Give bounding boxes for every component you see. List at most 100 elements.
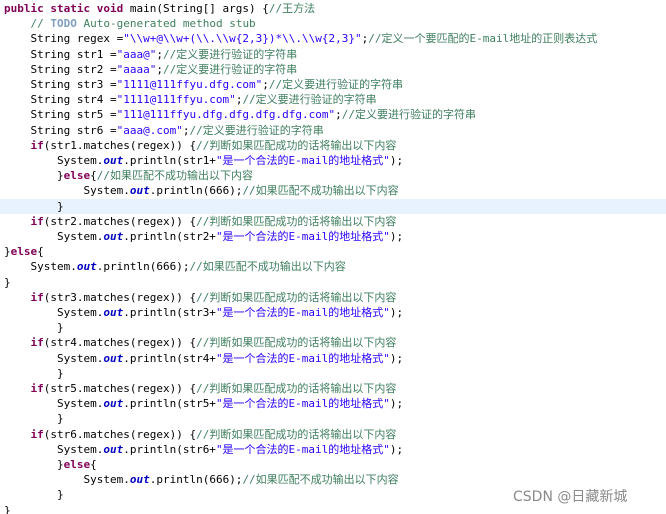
field: out <box>76 260 97 274</box>
code-line[interactable]: // TODO Auto-generated method stub <box>0 16 666 31</box>
code-line[interactable]: String regex ="\\w+@\\w+(\\.\\w{2,3})*\\… <box>0 31 666 46</box>
code-line[interactable]: if(str5.matches(regex)) {//判断如果匹配成功的话将输出… <box>0 381 666 396</box>
field: out <box>103 154 124 167</box>
comment: //判断如果匹配成功的话将输出以下内容 <box>196 290 397 304</box>
keyword: if <box>30 214 44 228</box>
code-line[interactable]: } <box>0 366 666 381</box>
current-code-line[interactable]: } <box>0 198 666 214</box>
comment: //定义要进行验证的字符串 <box>242 93 377 107</box>
code-line[interactable]: if(str3.matches(regex)) {//判断如果匹配成功的话将输出… <box>0 290 666 305</box>
code-text: String str1 = <box>4 47 117 61</box>
code-line[interactable]: String str3 ="1111@111ffyu.dfg.com";//定义… <box>0 77 666 92</box>
code-line[interactable]: System.out.println(666);//如果匹配不成功输出以下内容 <box>0 183 666 198</box>
watermark: CSDN @日藏新城 <box>513 489 628 505</box>
code-line[interactable]: System.out.println(str5+"是一个合法的E-mail的地址… <box>0 396 666 411</box>
keyword: if <box>30 382 44 395</box>
code-line[interactable]: System.out.println(str6+"是一个合法的E-mail的地址… <box>0 442 666 457</box>
code-text: } <box>4 199 64 213</box>
code-line[interactable]: String str5 ="111@111ffyu.dfg.dfg.dfg.df… <box>0 107 666 122</box>
code-text: (str5.matches(regex)) { <box>43 382 197 395</box>
keyword: if <box>30 336 44 350</box>
code-line[interactable]: System.out.println(666);//如果匹配不成功输出以下内容 <box>0 259 666 274</box>
code-line[interactable]: }else{ <box>0 457 666 472</box>
code-text: (str2.matches(regex)) { <box>43 214 197 228</box>
field: out <box>103 230 124 243</box>
code-text: } <box>4 488 64 502</box>
code-line[interactable]: if(str2.matches(regex)) {//判断如果匹配成功的话将输出… <box>0 214 666 229</box>
code-line[interactable]: if(str6.matches(regex)) {//判断如果匹配成功的话将输出… <box>0 427 666 442</box>
code-line[interactable]: if(str4.matches(regex)) {//判断如果匹配成功的话将输出… <box>0 335 666 350</box>
code-line[interactable]: System.out.println(str3+"是一个合法的E-mail的地址… <box>0 305 666 320</box>
string: "aaa@.com" <box>116 123 183 137</box>
code-text: ); <box>389 306 404 319</box>
comment: //如果匹配不成功输出以下内容 <box>189 260 346 274</box>
code-line[interactable]: }else{//如果匹配不成功输出以下内容 <box>0 168 666 183</box>
string: "111@111ffyu.dfg.dfg.dfg.dfg.com" <box>116 108 336 122</box>
code-line[interactable]: public static void main(String[] args) {… <box>0 1 666 16</box>
code-line[interactable]: String str6 ="aaa@.com";//定义要进行验证的字符串 <box>0 123 666 138</box>
code-text: } <box>4 245 11 259</box>
code-text: } <box>4 321 64 335</box>
code-line[interactable]: String str2 ="aaaa";//定义要进行验证的字符串 <box>0 62 666 77</box>
code-line[interactable]: }else{ <box>0 244 666 259</box>
code-text: { <box>90 458 97 471</box>
code-editor[interactable]: public static void main(String[] args) {… <box>0 0 666 514</box>
code-text: .println(str4+ <box>123 351 216 365</box>
keyword: else <box>63 169 91 183</box>
code-line[interactable]: } <box>0 411 666 426</box>
code-text: System. <box>4 260 77 274</box>
code-text: String str2 = <box>4 62 117 76</box>
code-text: ; <box>262 78 269 91</box>
keyword: if <box>30 427 44 441</box>
code-line[interactable]: String str1 ="aaa@";//定义要进行验证的字符串 <box>0 47 666 62</box>
code-line[interactable]: } <box>0 320 666 335</box>
code-text: ); <box>389 351 404 365</box>
code-text: .println(666); <box>149 184 243 198</box>
code-text: } <box>4 169 64 183</box>
comment: //如果匹配不成功输出以下内容 <box>242 473 399 487</box>
code-text: System. <box>4 351 104 365</box>
code-text: String str4 = <box>4 93 117 107</box>
todo-tag: TODO <box>50 17 77 31</box>
field: out <box>129 184 150 198</box>
code-line[interactable]: } <box>0 275 666 290</box>
comment: //如果匹配不成功输出以下内容 <box>96 169 253 183</box>
code-text: (str6.matches(regex)) { <box>43 427 197 441</box>
comment: //判断如果匹配成功的话将输出以下内容 <box>196 336 397 350</box>
code-text: .println(666); <box>149 473 243 487</box>
string: "是一个合法的E-mail的地址格式" <box>215 154 390 167</box>
field: out <box>103 442 124 456</box>
code-text: } <box>4 412 64 426</box>
comment: //判断如果匹配成功的话将输出以下内容 <box>196 382 397 395</box>
code-text: ); <box>389 442 404 456</box>
code-text: .println(666); <box>96 260 190 274</box>
code-text: System. <box>4 154 104 167</box>
string: "\\w+@\\w+(\\.\\w{2,3})*\\.\\w{2,3}" <box>123 32 362 46</box>
code-line[interactable]: if(str1.matches(regex)) {//判断如果匹配成功的话将输出… <box>0 138 666 153</box>
code-text: (str1.matches(regex)) { <box>43 138 197 152</box>
string: "是一个合法的E-mail的地址格式" <box>215 397 390 411</box>
code-line[interactable]: String str4 ="1111@111ffyu.com";//定义要进行验… <box>0 92 666 107</box>
string: "aaa@" <box>116 47 157 61</box>
code-line[interactable]: System.out.println(666);//如果匹配不成功输出以下内容 <box>0 472 666 487</box>
code-line[interactable]: System.out.println(str4+"是一个合法的E-mail的地址… <box>0 351 666 366</box>
string: "是一个合法的E-mail的地址格式" <box>215 442 390 456</box>
code-text: ; <box>156 62 163 76</box>
code-text: (str3.matches(regex)) { <box>43 290 197 304</box>
comment: //判断如果匹配成功的话将输出以下内容 <box>196 427 397 441</box>
code-line[interactable]: System.out.println(str1+"是一个合法的E-mail的地址… <box>0 153 666 168</box>
code-text: } <box>4 458 64 471</box>
code-text: ); <box>389 154 404 167</box>
field: out <box>103 306 124 319</box>
comment: // <box>30 17 51 31</box>
code-text: } <box>4 503 11 514</box>
code-line[interactable]: System.out.println(str2+"是一个合法的E-mail的地址… <box>0 229 666 244</box>
comment: //定义要进行验证的字符串 <box>162 47 298 61</box>
keyword: else <box>63 458 91 471</box>
